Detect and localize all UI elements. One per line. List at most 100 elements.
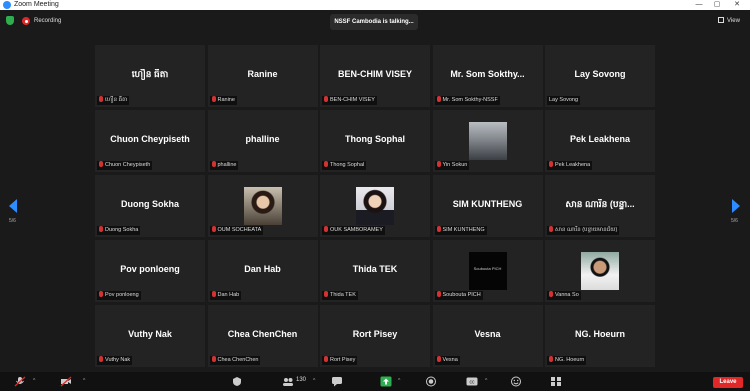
participant-tile[interactable]: Thong Sophal Thong Sophal	[320, 110, 430, 172]
share-screen-icon[interactable]	[380, 376, 392, 387]
maximize-icon[interactable]: ▢	[708, 0, 726, 10]
reactions-icon[interactable]	[510, 376, 522, 387]
participant-tile[interactable]: Vuthy Nak Vuthy Nak	[95, 305, 205, 367]
participant-video-feed	[356, 187, 394, 225]
participant-name-label: Mr. Som Sokthy-NSSF	[434, 96, 500, 105]
muted-mic-icon	[211, 161, 216, 167]
participant-name-label: SIM KUNTHENG	[434, 226, 487, 235]
active-speaker-banner: NSSF Cambodia is talking...	[330, 14, 418, 30]
participant-name-label: សាន ណារីន (បន្ទាយមានជ័យ)	[547, 226, 620, 235]
participant-tile[interactable]: Vanna So	[545, 240, 655, 302]
participant-tile[interactable]: OUM SOCHEATA	[207, 175, 318, 237]
muted-mic-icon	[324, 96, 328, 102]
page-indicator-right: 5/6	[731, 218, 738, 224]
participant-name-label: Pov ponloeng	[97, 291, 141, 300]
audio-options-chevron-icon[interactable]: ^	[33, 378, 35, 384]
muted-mic-icon	[436, 226, 441, 232]
next-page-arrow-icon[interactable]	[732, 199, 740, 213]
muted-mic-icon	[99, 161, 103, 167]
participant-tile[interactable]: Chuon Cheypiseth Chuon Cheypiseth	[95, 110, 205, 172]
muted-mic-icon	[436, 291, 441, 297]
participant-tile[interactable]: Pov ponloeng Pov ponloeng	[95, 240, 205, 302]
recording-label: Recording	[34, 18, 62, 24]
participant-count: 130	[296, 377, 307, 383]
caption-options-chevron-icon[interactable]: ^	[485, 378, 487, 384]
meeting-top-bar: Recording NSSF Cambodia is talking... Vi…	[0, 10, 750, 36]
participant-tile[interactable]: OUK SAMBORAMEY	[320, 175, 430, 237]
participant-tile[interactable]: Dan Hab Dan Hab	[207, 240, 318, 302]
participant-tile[interactable]: Chea ChenChen Chea ChenChen	[207, 305, 318, 367]
chat-icon[interactable]	[331, 376, 343, 387]
muted-mic-icon	[99, 291, 103, 297]
muted-mic-icon	[549, 161, 553, 167]
muted-mic-icon	[324, 226, 328, 232]
participant-tile[interactable]: Ranine Ranine	[207, 45, 318, 107]
video-options-chevron-icon[interactable]: ^	[83, 378, 85, 384]
participant-tile[interactable]: Pek Leakhena Pek Leakhena	[545, 110, 655, 172]
stop-video-icon[interactable]	[60, 376, 72, 387]
participant-tile[interactable]: Rort Pisey Rort Pisey	[320, 305, 430, 367]
muted-mic-icon	[211, 291, 216, 297]
participants-chevron-icon[interactable]: ^	[313, 378, 315, 384]
participant-tile[interactable]: ហឿន ធីតា ហឿន ធីតា	[95, 45, 205, 107]
mute-mic-icon[interactable]	[14, 376, 26, 387]
video-overlay-text: Soubouta PICH	[473, 266, 502, 271]
participant-name-label: Thida TEK	[322, 291, 358, 300]
participant-tile[interactable]: BEN-CHIM VISEY BEN-CHIM VISEY	[320, 45, 430, 107]
muted-mic-icon	[324, 356, 328, 362]
participant-name-label: Vanna So	[547, 291, 581, 300]
participant-name-label: Lay Sovong	[547, 96, 581, 105]
participant-tile[interactable]: NG. Hoeurn NG. Hoeurn	[545, 305, 655, 367]
participant-tile[interactable]: Soubouta PICH Soubouta PICH	[432, 240, 543, 302]
muted-mic-icon	[324, 161, 328, 167]
participant-tile[interactable]: Vesna Vesna	[432, 305, 543, 367]
muted-mic-icon	[324, 291, 328, 297]
participant-grid: ហឿន ធីតា ហឿន ធីតា Ranine Ranine BEN-CHIM V…	[95, 45, 655, 368]
participant-display-name: Mr. Som Sokthy...	[450, 69, 525, 79]
participants-icon[interactable]	[282, 376, 294, 387]
zoom-logo-icon	[3, 1, 11, 9]
security-shield-icon[interactable]	[6, 16, 14, 25]
participant-name-label: BEN-CHIM VISEY	[322, 96, 377, 105]
apps-icon[interactable]	[550, 376, 562, 387]
window-title: Zoom Meeting	[14, 1, 59, 8]
participant-video-feed	[243, 187, 282, 225]
participant-display-name: Dan Hab	[244, 264, 281, 274]
participant-name-label: Ranine	[209, 96, 237, 105]
muted-mic-icon	[99, 356, 103, 362]
participant-video-feed: Soubouta PICH	[468, 252, 507, 290]
participant-tile[interactable]: Mr. Som Sokthy... Mr. Som Sokthy-NSSF	[432, 45, 543, 107]
security-icon[interactable]	[231, 376, 243, 387]
participant-display-name: Chuon Cheypiseth	[110, 134, 190, 144]
muted-mic-icon	[211, 226, 216, 232]
meeting-toolbar: ^ ^ 130 ^ ^ cc ^ Leave	[0, 372, 750, 391]
participant-name-label: Pek Leakhena	[547, 161, 593, 170]
record-icon[interactable]	[425, 376, 437, 387]
participant-display-name: សាន ណារីន (បន្ទា...	[565, 199, 635, 209]
muted-mic-icon	[99, 226, 103, 232]
view-button[interactable]: View	[718, 14, 748, 28]
close-icon[interactable]: ✕	[728, 0, 746, 10]
muted-mic-icon	[549, 226, 553, 232]
participant-display-name: phalline	[245, 134, 280, 144]
grid-view-icon	[718, 17, 724, 23]
participant-display-name: Ranine	[247, 69, 278, 79]
closed-caption-icon[interactable]: cc	[466, 376, 478, 387]
participant-tile[interactable]: Lay Sovong Lay Sovong	[545, 45, 655, 107]
participant-name-label: OUK SAMBORAMEY	[322, 226, 385, 235]
previous-page-arrow-icon[interactable]	[9, 199, 17, 213]
muted-mic-icon	[99, 96, 103, 102]
participant-name-label: Soubouta PICH	[434, 291, 483, 300]
minimize-icon[interactable]: —	[690, 0, 708, 10]
participant-tile[interactable]: SIM KUNTHENG SIM KUNTHENG	[432, 175, 543, 237]
participant-tile[interactable]: សាន ណារីន (បន្ទា... សាន ណារីន (បន្ទាយមានជ…	[545, 175, 655, 237]
participant-tile[interactable]: phalline phalline	[207, 110, 318, 172]
participant-tile[interactable]: Duong Sokha Duong Sokha	[95, 175, 205, 237]
participant-name-label: Vesna	[434, 356, 460, 365]
participant-tile[interactable]: Thida TEK Thida TEK	[320, 240, 430, 302]
participant-name-label: ហឿន ធីតា	[97, 96, 130, 105]
leave-button[interactable]: Leave	[713, 377, 743, 388]
participant-display-name: Lay Sovong	[574, 69, 626, 79]
participant-tile[interactable]: Yin Sokun	[432, 110, 543, 172]
share-options-chevron-icon[interactable]: ^	[398, 378, 400, 384]
